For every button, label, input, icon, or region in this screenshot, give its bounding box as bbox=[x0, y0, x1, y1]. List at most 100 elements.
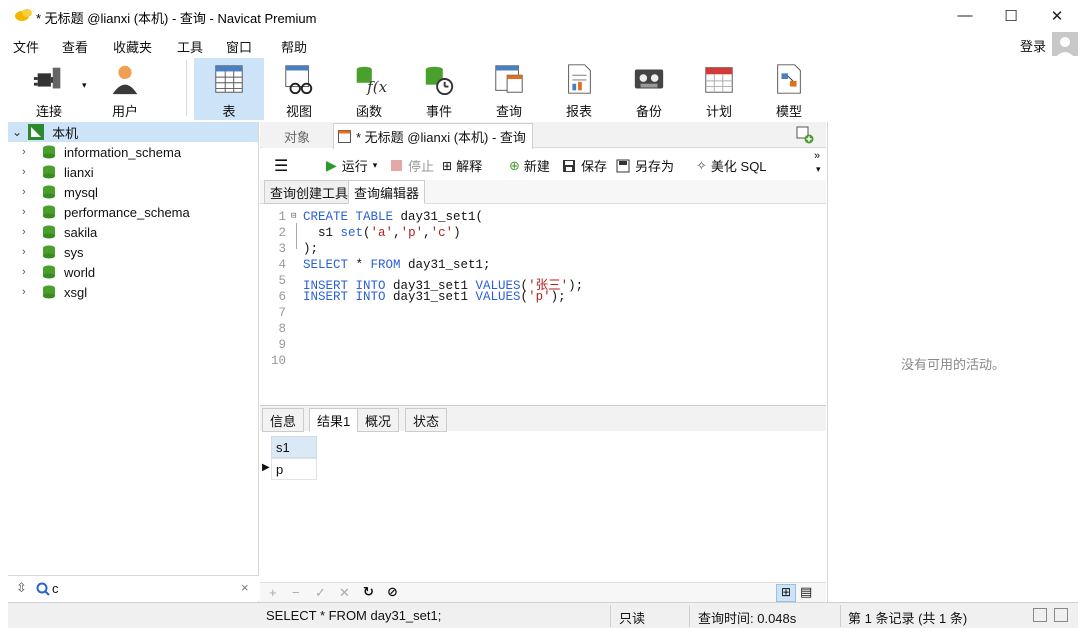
run-button[interactable]: ▶ 运行 ▾ bbox=[326, 156, 377, 175]
add-row-icon[interactable]: + bbox=[269, 585, 277, 600]
toolbar-view-button[interactable]: 视图 bbox=[264, 58, 334, 120]
chevron-right-icon[interactable]: › bbox=[22, 266, 36, 278]
connect-dropdown-icon[interactable]: ▾ bbox=[82, 80, 87, 91]
chevron-right-icon[interactable]: › bbox=[22, 226, 36, 238]
tree-root-local[interactable]: ⌄ 本机 bbox=[8, 122, 258, 142]
schedule-icon bbox=[705, 67, 733, 93]
hamburger-menu-icon[interactable]: ☰ bbox=[274, 156, 288, 176]
sql-editor[interactable]: 1 2 3 4 5 6 7 8 9 10 ⊟ CREATE TABLE day3… bbox=[260, 205, 826, 403]
tab-query-editor[interactable]: 查询编辑器 bbox=[348, 180, 426, 204]
login-link[interactable]: 登录 bbox=[1020, 36, 1046, 55]
refresh-icon[interactable]: ↻ bbox=[363, 584, 374, 600]
toolbar-report-button[interactable]: 报表 bbox=[544, 58, 614, 120]
tab-query[interactable]: * 无标题 @lianxi (本机) - 查询 bbox=[333, 123, 533, 149]
layout-toggle-icon[interactable] bbox=[1054, 608, 1068, 622]
delete-row-icon[interactable]: − bbox=[292, 585, 300, 600]
run-dropdown-icon[interactable]: ▾ bbox=[373, 160, 378, 171]
tree-item-sakila[interactable]: › sakila bbox=[8, 222, 258, 242]
tree-item-xsgl[interactable]: › xsgl bbox=[8, 282, 258, 302]
status-query-time: 查询时间: 0.048s bbox=[698, 611, 797, 626]
table-icon bbox=[215, 65, 243, 93]
save-as-label: 另存为 bbox=[635, 159, 675, 174]
line-number: 4 bbox=[278, 258, 286, 272]
tab-result1[interactable]: 结果1 bbox=[309, 408, 359, 432]
magic-wand-icon: ✧ bbox=[696, 157, 707, 173]
tree-search-bar: ⇳ c × bbox=[8, 575, 259, 601]
tree-item-lianxi[interactable]: › lianxi bbox=[8, 162, 258, 182]
menu-favorites[interactable]: 收藏夹 bbox=[113, 37, 152, 56]
svg-text:f(x): f(x) bbox=[366, 78, 387, 96]
filter-options-icon[interactable]: ⇳ bbox=[16, 580, 27, 596]
tab-info[interactable]: 信息 bbox=[262, 408, 305, 432]
fold-icon[interactable]: ⊟ bbox=[291, 211, 296, 221]
tree-item-performance-schema[interactable]: › performance_schema bbox=[8, 202, 258, 222]
close-button[interactable]: ✕ bbox=[1034, 0, 1080, 31]
database-icon bbox=[43, 245, 55, 259]
tree-item-information-schema[interactable]: › information_schema bbox=[8, 142, 258, 162]
tab-query-builder[interactable]: 查询创建工具 bbox=[264, 180, 355, 204]
minimize-button[interactable]: — bbox=[942, 0, 988, 31]
menu-file[interactable]: 文件 bbox=[13, 37, 39, 56]
code-line[interactable]: ); bbox=[303, 242, 318, 256]
maximize-button[interactable]: ☐ bbox=[988, 0, 1034, 31]
tree-item-mysql[interactable]: › mysql bbox=[8, 182, 258, 202]
grid-view-icon[interactable]: ⊞ bbox=[776, 584, 796, 602]
toolbar-table-button[interactable]: 表 bbox=[194, 58, 264, 120]
tree-item-sys[interactable]: › sys bbox=[8, 242, 258, 262]
toolbar-query-button[interactable]: 查询 bbox=[474, 58, 544, 120]
new-query-button[interactable]: ⊕ 新建 bbox=[509, 156, 550, 175]
tree-item-world[interactable]: › world bbox=[8, 262, 258, 282]
form-view-icon[interactable]: ▤ bbox=[800, 584, 812, 600]
code-line[interactable]: s1 set('a','p','c') bbox=[303, 226, 461, 240]
tree-item-label: sakila bbox=[64, 224, 98, 240]
tab-objects[interactable]: 对象 bbox=[262, 124, 332, 148]
toolbar-separator bbox=[186, 60, 187, 116]
new-icon: ⊕ bbox=[509, 157, 520, 173]
new-query-tab-icon[interactable] bbox=[796, 126, 814, 144]
plug-icon bbox=[33, 67, 61, 89]
chevron-right-icon[interactable]: › bbox=[22, 146, 36, 158]
chevron-right-icon[interactable]: › bbox=[22, 206, 36, 218]
new-label: 新建 bbox=[523, 159, 550, 174]
chevron-down-icon[interactable]: ⌄ bbox=[12, 125, 22, 139]
table-cell[interactable]: p bbox=[271, 458, 317, 480]
chevron-right-icon[interactable]: › bbox=[22, 186, 36, 198]
chevron-right-icon[interactable]: › bbox=[22, 166, 36, 178]
overflow-dropdown-icon[interactable]: ▾ bbox=[816, 164, 821, 175]
explain-button[interactable]: ⊞ 解释 bbox=[442, 156, 482, 175]
column-header-s1[interactable]: s1 bbox=[271, 436, 317, 458]
menu-help[interactable]: 帮助 bbox=[281, 37, 307, 56]
menu-window[interactable]: 窗口 bbox=[226, 37, 252, 56]
more-chevron-icon[interactable]: » bbox=[814, 150, 820, 162]
clear-search-icon[interactable]: × bbox=[241, 580, 249, 595]
code-line[interactable]: CREATE TABLE day31_set1( bbox=[303, 210, 483, 224]
save-button[interactable]: 保存 bbox=[562, 156, 607, 175]
chevron-right-icon[interactable]: › bbox=[22, 246, 36, 258]
stop-button[interactable]: 停止 bbox=[391, 156, 434, 175]
toolbar-user-button[interactable]: 用户 bbox=[90, 58, 160, 120]
toolbar-schedule-button[interactable]: 计划 bbox=[684, 58, 754, 120]
toolbar-connect-button[interactable]: 连接 bbox=[14, 58, 84, 120]
save-as-button[interactable]: 另存为 bbox=[616, 156, 674, 175]
tab-status[interactable]: 状态 bbox=[405, 408, 448, 432]
layout-toggle-icon[interactable] bbox=[1033, 608, 1047, 622]
toolbar-model-button[interactable]: 模型 bbox=[754, 58, 824, 120]
toolbar-backup-button[interactable]: 备份 bbox=[614, 58, 684, 120]
chevron-right-icon[interactable]: › bbox=[22, 286, 36, 298]
tab-profile[interactable]: 概况 bbox=[357, 408, 400, 432]
grid-nav-bar: + − ✓ ✕ ↻ ⊘ ⊞ ▤ bbox=[260, 582, 826, 602]
discard-changes-icon[interactable]: ✕ bbox=[339, 585, 350, 601]
code-line[interactable]: SELECT * FROM day31_set1; bbox=[303, 258, 491, 272]
toolbar-event-button[interactable]: 事件 bbox=[404, 58, 474, 120]
menu-view[interactable]: 查看 bbox=[62, 37, 88, 56]
tree-search-input[interactable]: c bbox=[52, 581, 59, 596]
menu-tools[interactable]: 工具 bbox=[177, 37, 203, 56]
avatar[interactable] bbox=[1052, 32, 1078, 58]
stop-refresh-icon[interactable]: ⊘ bbox=[387, 584, 398, 600]
toolbar-function-button[interactable]: f(x) 函数 bbox=[334, 58, 404, 120]
code-line[interactable]: INSERT INTO day31_set1 VALUES('p'); bbox=[303, 290, 566, 304]
tree-item-label: sys bbox=[64, 244, 84, 260]
beautify-sql-button[interactable]: ✧ 美化 SQL bbox=[696, 156, 767, 175]
tree-item-label: information_schema bbox=[64, 144, 182, 160]
apply-changes-icon[interactable]: ✓ bbox=[315, 585, 326, 601]
